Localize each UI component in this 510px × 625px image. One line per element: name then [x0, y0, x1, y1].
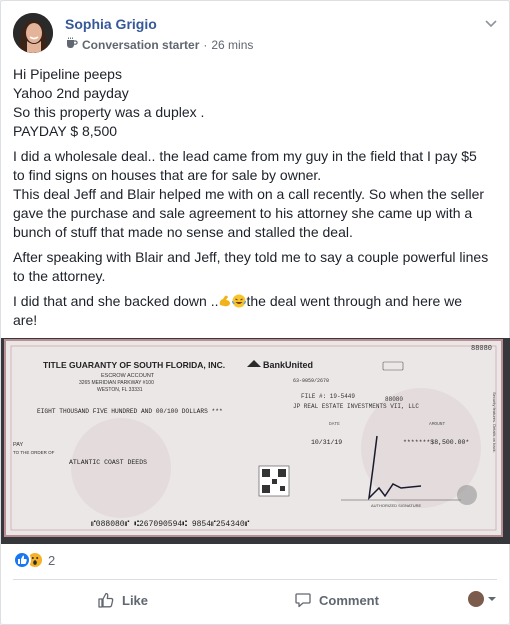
check-signature-label: AUTHORIZED SIGNATURE: [371, 503, 421, 508]
text-line: gave the purchase and sale agreement to …: [13, 205, 473, 221]
check-pay-label: PAY: [13, 442, 24, 448]
text-line: This deal Jeff and Blair helped me with …: [13, 186, 485, 202]
meta-separator: ·: [203, 37, 208, 52]
thumbs-up-icon: [98, 592, 114, 608]
qr-code-icon: [258, 465, 290, 497]
chevron-down-icon[interactable]: [483, 15, 499, 31]
check-image: TITLE GUARANTY OF SOUTH FLORIDA, INC. ES…: [1, 338, 510, 544]
comment-label: Comment: [319, 592, 379, 608]
text-line: to the attorney.: [13, 268, 106, 284]
text-line: to find signs on houses that are for sal…: [13, 167, 322, 183]
like-label: Like: [122, 592, 149, 608]
text-line: Hi Pipeline peeps: [13, 66, 122, 82]
coffee-cup-icon: [65, 37, 78, 52]
text-segment: I did that and she backed down ..: [13, 293, 219, 309]
action-bar: Like Comment: [1, 581, 510, 619]
check-account: ESCROW ACCOUNT: [101, 373, 155, 379]
intro-paragraph: Hi Pipeline peeps Yahoo 2nd payday So th…: [13, 65, 499, 141]
like-reaction-icon: [13, 551, 31, 569]
text-line: PAYDAY $ 8,500: [13, 123, 118, 139]
comment-icon: [295, 593, 311, 608]
flexed-biceps-emoji-icon: [220, 295, 231, 307]
check-address-2: WESTON, FL 33331: [97, 387, 143, 393]
text-line: Yahoo 2nd payday: [13, 85, 129, 101]
check-address-1: 3265 MERIDIAN PARKWAY #100: [79, 380, 154, 386]
check-memo: JP REAL ESTATE INVESTMENTS VII, LLC: [293, 403, 419, 410]
check-amount: *******$8,500.00*: [403, 439, 469, 446]
caret-down-icon: [488, 597, 496, 601]
reaction-count[interactable]: 2: [48, 553, 55, 568]
text-line: bunch of stuff that made no sense and st…: [13, 224, 353, 240]
text-line: I did that and she backed down .. the dea…: [13, 292, 499, 311]
check-date: 10/31/19: [311, 439, 342, 446]
reaction-profile-menu[interactable]: [468, 591, 497, 607]
badge-label[interactable]: Conversation starter: [82, 38, 199, 52]
check-to-order-label: TO THE ORDER OF: [13, 450, 55, 455]
post-meta: Conversation starter · 26 mins: [65, 37, 253, 52]
post-body: Hi Pipeline peeps Yahoo 2nd payday So th…: [13, 65, 499, 336]
comment-button[interactable]: Comment: [294, 581, 379, 619]
check-ref-number: 88080: [385, 396, 403, 403]
author-avatar[interactable]: [13, 13, 53, 53]
text-line: After speaking with Blair and Jeff, they…: [13, 249, 489, 265]
check-routing-fraction: 63-9059/2670: [293, 378, 329, 384]
check-bank: BankUnited: [263, 360, 313, 370]
divider: [13, 579, 497, 580]
user-avatar-icon: [468, 591, 484, 607]
check-micr: ⑈088080⑈ ⑆267090594⑆ 9854⑈254340⑈: [91, 520, 250, 529]
post-card: Sophia Grigio Conversation starter · 26 …: [0, 0, 510, 625]
like-button[interactable]: Like: [97, 581, 148, 619]
check-file-number: FILE #: 19-5449: [301, 393, 355, 400]
check-amount-label: AMOUNT: [429, 421, 446, 427]
post-photo[interactable]: TITLE GUARANTY OF SOUTH FLORIDA, INC. ES…: [1, 338, 510, 544]
paragraph-2: After speaking with Blair and Jeff, they…: [13, 248, 499, 286]
post-time[interactable]: 26 mins: [211, 38, 253, 52]
check-date-label: DATE: [329, 421, 340, 427]
reactions-summary[interactable]: 2: [13, 550, 55, 570]
text-segment: the deal went through and here we: [246, 293, 463, 309]
paragraph-1: I did a wholesale deal.. the lead came f…: [13, 147, 499, 242]
check-payee: ATLANTIC COAST DEEDS: [69, 459, 147, 466]
check-number: 88080: [471, 345, 492, 353]
avatar-image: [13, 13, 53, 53]
text-line: I did a wholesale deal.. the lead came f…: [13, 148, 477, 164]
author-name[interactable]: Sophia Grigio: [65, 16, 157, 32]
laughing-tears-emoji-icon: [232, 294, 247, 308]
check-side-note: Security features. Details on back.: [492, 392, 497, 453]
check-payer: TITLE GUARANTY OF SOUTH FLORIDA, INC.: [43, 360, 225, 370]
paragraph-3: I did that and she backed down .. the dea…: [13, 292, 499, 330]
check-amount-words: EIGHT THOUSAND FIVE HUNDRED AND 00/100 D…: [37, 408, 223, 415]
text-line: So this property was a duplex .: [13, 104, 205, 120]
text-line: are!: [13, 312, 38, 328]
post-header: Sophia Grigio Conversation starter · 26 …: [13, 13, 499, 57]
